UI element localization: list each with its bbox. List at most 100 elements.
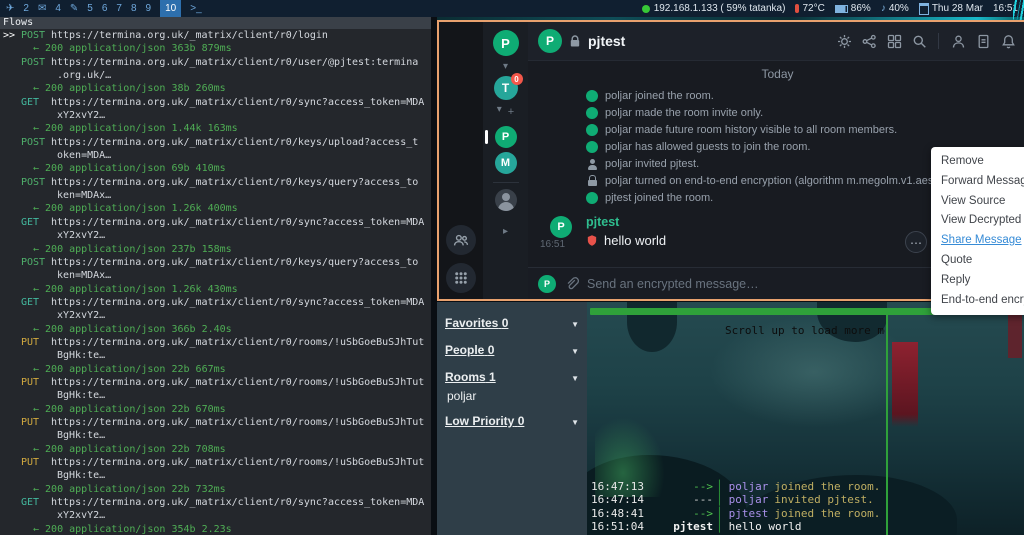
people-button[interactable] xyxy=(446,225,476,255)
event-text: poljar made the room invite only. xyxy=(605,107,763,119)
workspace-cell[interactable]: 2 xyxy=(23,0,29,17)
flow-method: POST xyxy=(21,56,51,69)
room-avatar-m[interactable]: M xyxy=(495,152,517,174)
flow-request-line: PUThttps://termina.org.uk/_matrix/client… xyxy=(3,336,431,349)
flow-response: ← 200 application/json 1.44k 163ms xyxy=(3,122,431,135)
flow-response: ← 200 application/json 22b 667ms xyxy=(3,363,431,376)
workspace-cell[interactable]: 4 xyxy=(55,0,61,17)
workspace-list: ✈ 2 ✉ 4 ✎ 5 6 7 8 9 10 >_ xyxy=(6,0,202,17)
workspace-cell[interactable]: 6 xyxy=(102,0,108,17)
flow-row[interactable]: POSThttps://termina.org.uk/_matrix/clien… xyxy=(3,136,431,176)
flow-method: GET xyxy=(21,96,51,109)
chevron-down-icon[interactable] xyxy=(497,105,502,115)
workspace-cell[interactable]: 8 xyxy=(131,0,137,17)
collapse-triangle-icon[interactable] xyxy=(571,341,579,359)
workspace-cell[interactable]: 10 xyxy=(160,0,181,17)
room-item[interactable]: poljar xyxy=(447,389,579,403)
message-avatar[interactable]: P xyxy=(550,216,572,238)
flow-url-wrap: BgHk:te… xyxy=(3,389,431,402)
flow-row[interactable]: POSThttps://termina.org.uk/_matrix/clien… xyxy=(3,176,431,216)
context-menu-item[interactable]: Forward Message xyxy=(931,172,1024,192)
workspace-cell[interactable]: 9 xyxy=(146,0,152,17)
flow-url: https://termina.org.uk/_matrix/client/r0… xyxy=(51,457,424,468)
flow-row[interactable]: POSThttps://termina.org.uk/_matrix/clien… xyxy=(3,256,431,296)
chevron-down-icon[interactable] xyxy=(503,62,508,72)
flow-row[interactable]: GEThttps://termina.org.uk/_matrix/client… xyxy=(3,96,431,136)
chat-text: hello world xyxy=(729,520,802,533)
message-input[interactable]: Send an encrypted message… xyxy=(587,277,987,291)
collapse-triangle-icon[interactable] xyxy=(571,314,579,332)
flow-row[interactable]: GEThttps://termina.org.uk/_matrix/client… xyxy=(3,496,431,535)
flow-row[interactable]: PUThttps://termina.org.uk/_matrix/client… xyxy=(3,336,431,376)
bell-icon xyxy=(1001,34,1016,49)
unverified-shield-icon[interactable] xyxy=(586,234,598,247)
timeline-event: poljar made the room invite only. xyxy=(586,104,1024,121)
collapse-triangle-icon[interactable] xyxy=(571,412,579,430)
event-icon xyxy=(586,124,598,136)
context-menu-item[interactable]: Share Message xyxy=(931,231,1024,251)
room-group-header[interactable]: Low Priority 0 xyxy=(445,412,579,430)
room-group-header[interactable]: Rooms 1 xyxy=(445,368,579,386)
context-menu-item[interactable]: End-to-end encryption information xyxy=(931,291,1024,311)
chat-line: 16:48:41-->│pjtestjoined the room. xyxy=(591,507,880,520)
context-menu-item[interactable]: Quote xyxy=(931,251,1024,271)
add-room-icon[interactable] xyxy=(508,106,514,118)
quaternion-window: Favorites 0 People 0 xyxy=(437,302,1024,535)
chevron-right-icon[interactable] xyxy=(503,227,508,237)
divider xyxy=(493,182,519,183)
pane-separator xyxy=(886,315,888,535)
flow-row[interactable]: GEThttps://termina.org.uk/_matrix/client… xyxy=(3,296,431,336)
flow-method: POST xyxy=(21,136,51,149)
header-icon-row xyxy=(835,32,1017,50)
flow-row[interactable]: PUThttps://termina.org.uk/_matrix/client… xyxy=(3,416,431,456)
flow-url: https://termina.org.uk/_matrix/client/r0… xyxy=(51,177,418,188)
room-group-label: People xyxy=(445,343,484,357)
status-right: 192.168.1.133 ( 59% tatanka) 72°C 86% 40… xyxy=(642,3,1018,15)
workspace-cell[interactable]: >_ xyxy=(190,0,201,17)
workspace-cell[interactable]: ✉ xyxy=(38,0,46,17)
volume-value: 40% xyxy=(889,3,909,14)
files-button[interactable] xyxy=(974,32,992,50)
flow-method: GET xyxy=(21,496,51,509)
notifications-button[interactable] xyxy=(999,32,1017,50)
workspace-cell[interactable]: 5 xyxy=(87,0,93,17)
share-button[interactable] xyxy=(860,32,878,50)
chat-nick: poljar xyxy=(729,480,769,493)
mitmproxy-window: Flows >>POSThttps://termina.org.uk/_matr… xyxy=(0,17,431,535)
flow-row[interactable]: POSThttps://termina.org.uk/_matrix/clien… xyxy=(3,56,431,96)
community-grid-button[interactable] xyxy=(446,263,476,293)
room-group-title: Low Priority 0 xyxy=(445,414,524,428)
context-menu-item[interactable]: View Decrypted Source xyxy=(931,211,1024,231)
flow-row[interactable]: PUThttps://termina.org.uk/_matrix/client… xyxy=(3,456,431,496)
search-button[interactable] xyxy=(910,32,928,50)
room-avatar-selected[interactable]: P xyxy=(495,126,517,148)
flow-row[interactable]: GEThttps://termina.org.uk/_matrix/client… xyxy=(3,216,431,256)
column-separator: │ xyxy=(716,520,723,533)
user-avatar[interactable]: P xyxy=(493,30,519,56)
chat-timestamp: 16:47:13 xyxy=(591,480,657,493)
workspace-cell[interactable]: ✈ xyxy=(6,0,14,17)
flow-request-line: GEThttps://termina.org.uk/_matrix/client… xyxy=(3,96,431,109)
room-group-header[interactable]: People 0 xyxy=(445,341,579,359)
room-group-title: People 0 xyxy=(445,343,494,357)
collapse-triangle-icon[interactable] xyxy=(571,368,579,386)
network-status: 192.168.1.133 ( 59% tatanka) xyxy=(642,3,786,14)
apps-button[interactable] xyxy=(885,32,903,50)
flow-row[interactable]: >>POSThttps://termina.org.uk/_matrix/cli… xyxy=(3,29,431,56)
mitmproxy-flows-title: Flows xyxy=(0,17,431,29)
settings-button[interactable] xyxy=(835,32,853,50)
context-menu-item[interactable]: Reply xyxy=(931,271,1024,291)
context-menu-item[interactable]: Remove xyxy=(931,152,1024,172)
message-options-button[interactable] xyxy=(905,231,927,253)
notification-badge: 0 xyxy=(511,73,523,85)
context-menu-item[interactable]: View Source xyxy=(931,192,1024,212)
default-avatar[interactable] xyxy=(495,189,517,211)
members-button[interactable] xyxy=(949,32,967,50)
room-group-header[interactable]: Favorites 0 xyxy=(445,314,579,332)
flow-row[interactable]: PUThttps://termina.org.uk/_matrix/client… xyxy=(3,376,431,416)
workspace-cell[interactable]: 7 xyxy=(116,0,122,17)
attachment-button[interactable] xyxy=(564,276,579,291)
event-icon xyxy=(586,141,598,153)
workspace-cell[interactable]: ✎ xyxy=(70,0,78,17)
room-avatar[interactable]: P xyxy=(538,29,562,53)
